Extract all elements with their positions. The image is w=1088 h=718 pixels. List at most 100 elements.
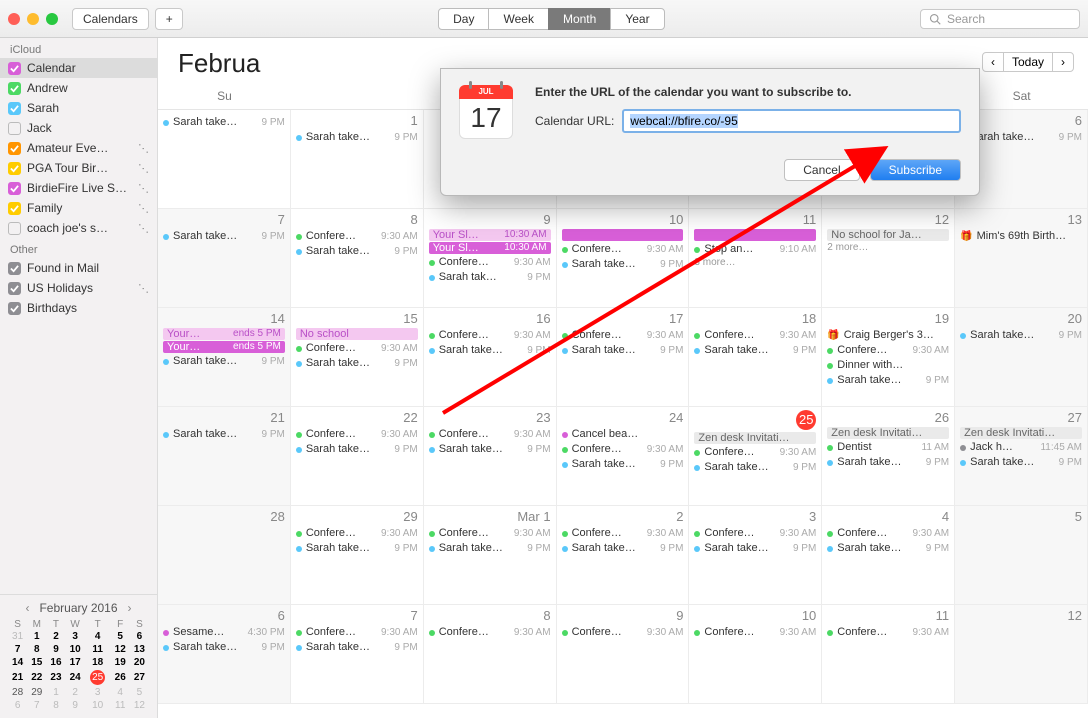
sidebar-item[interactable]: Birthdays	[0, 298, 157, 318]
event[interactable]: Sarah take…9 PM	[827, 541, 949, 556]
day-cell[interactable]: 12No school for Ja…2 more…	[822, 209, 955, 308]
checkbox-icon[interactable]	[8, 142, 21, 155]
day-cell[interactable]: 2Confere…9:30 AMSarah take…9 PM	[557, 506, 690, 605]
event[interactable]: Confere…9:30 AM	[429, 427, 551, 442]
next-button[interactable]: ›	[1052, 52, 1074, 72]
mini-day[interactable]: 7	[8, 643, 27, 656]
event[interactable]: Cancel bea…	[562, 427, 684, 442]
mini-day[interactable]: 26	[111, 669, 130, 686]
event[interactable]: Confere…9:30 AM	[562, 242, 684, 257]
mini-day[interactable]: 28	[8, 686, 27, 699]
event[interactable]: Sarah take…9 PM	[296, 541, 418, 556]
all-day-event[interactable]: No school for Ja…	[827, 229, 949, 241]
all-day-event[interactable]: Zen desk Invitati…	[960, 427, 1082, 439]
add-button[interactable]: +	[155, 8, 183, 30]
day-cell[interactable]: 26Zen desk Invitati…Dentist11 AMSarah ta…	[822, 407, 955, 506]
checkbox-icon[interactable]	[8, 182, 21, 195]
day-cell[interactable]: 21Sarah take…9 PM	[158, 407, 291, 506]
event[interactable]: Confere…9:30 AM	[694, 625, 816, 640]
mini-day[interactable]: 9	[66, 699, 85, 712]
sidebar-item[interactable]: Sarah	[0, 98, 157, 118]
zoom-icon[interactable]	[46, 13, 58, 25]
sidebar-item[interactable]: Calendar	[0, 58, 157, 78]
event[interactable]: Confere…9:30 AM	[296, 229, 418, 244]
day-cell[interactable]: 24Cancel bea…Confere…9:30 AMSarah take…9…	[557, 407, 690, 506]
all-day-event[interactable]: No school	[296, 328, 418, 340]
sidebar-item[interactable]: Amateur Eve…⋰	[0, 138, 157, 158]
event[interactable]: Sarah take…9 PM	[827, 373, 949, 388]
all-day-event[interactable]: Your…ends 5 PM	[163, 328, 285, 340]
today-button[interactable]: Today	[1003, 52, 1053, 72]
event[interactable]: Sarah take…9 PM	[429, 343, 551, 358]
day-cell[interactable]: 9Your Sl…10:30 AMYour Sl…10:30 AMConfere…	[424, 209, 557, 308]
event[interactable]: Confere…9:30 AM	[562, 442, 684, 457]
checkbox-icon[interactable]	[8, 82, 21, 95]
mini-day[interactable]: 1	[46, 686, 65, 699]
day-cell[interactable]: 9Confere…9:30 AM	[557, 605, 690, 704]
sidebar-item[interactable]: Jack	[0, 118, 157, 138]
checkbox-icon[interactable]	[8, 162, 21, 175]
checkbox-icon[interactable]	[8, 202, 21, 215]
mini-day[interactable]: 10	[66, 643, 85, 656]
day-cell[interactable]: 4Confere…9:30 AMSarah take…9 PM	[822, 506, 955, 605]
mini-day[interactable]: 1	[27, 630, 46, 643]
sidebar-item[interactable]: Family⋰	[0, 198, 157, 218]
event[interactable]: Confere…9:30 AM	[562, 625, 684, 640]
mini-day[interactable]: 2	[46, 630, 65, 643]
mini-day[interactable]: 4	[111, 686, 130, 699]
day-cell[interactable]: 19🎁Craig Berger's 3…Confere…9:30 AMDinne…	[822, 308, 955, 407]
mini-day[interactable]: 5	[130, 686, 149, 699]
event[interactable]: Confere…9:30 AM	[296, 526, 418, 541]
day-cell[interactable]: 7Confere…9:30 AMSarah take…9 PM	[291, 605, 424, 704]
mini-day[interactable]: 6	[8, 699, 27, 712]
event[interactable]: Sesame…4:30 PM	[163, 625, 285, 640]
event[interactable]: Sarah take…9 PM	[163, 354, 285, 369]
day-cell[interactable]: 20Sarah take…9 PM	[955, 308, 1088, 407]
event[interactable]: Sarah take…9 PM	[562, 541, 684, 556]
event[interactable]: Sarah take…9 PM	[296, 244, 418, 259]
view-month[interactable]: Month	[548, 8, 611, 30]
more-events[interactable]: 3 more…	[694, 257, 816, 268]
all-day-event[interactable]: Zen desk Invitati…	[694, 432, 816, 444]
event[interactable]: Sarah take…9 PM	[163, 229, 285, 244]
event[interactable]: Confere…9:30 AM	[694, 328, 816, 343]
all-day-event[interactable]: Your Sl…10:30 AM	[429, 242, 551, 254]
mini-day[interactable]: 17	[66, 656, 85, 669]
mini-day[interactable]: 18	[85, 656, 111, 669]
day-cell[interactable]: 10Confere…9:30 AM	[689, 605, 822, 704]
checkbox-icon[interactable]	[8, 102, 21, 115]
event[interactable]: Sarah take…9 PM	[694, 343, 816, 358]
calendar-url-input[interactable]	[622, 109, 961, 133]
checkbox-icon[interactable]	[8, 222, 21, 235]
checkbox-icon[interactable]	[8, 62, 21, 75]
day-cell[interactable]: 1Sarah take…9 PM	[291, 110, 424, 209]
event[interactable]: Confere…9:30 AM	[296, 341, 418, 356]
minimize-icon[interactable]	[27, 13, 39, 25]
more-events[interactable]: 2 more…	[827, 242, 949, 253]
mini-day[interactable]: 9	[46, 643, 65, 656]
mini-day[interactable]: 11	[111, 699, 130, 712]
mini-prev-icon[interactable]: ‹	[25, 601, 29, 615]
day-cell[interactable]: 16Confere…9:30 AMSarah take…9 PM	[424, 308, 557, 407]
event[interactable]: Confere…9:30 AM	[827, 343, 949, 358]
day-cell[interactable]: 5	[955, 506, 1088, 605]
day-cell[interactable]: 14Your…ends 5 PMYour…ends 5 PMSarah take…	[158, 308, 291, 407]
day-cell[interactable]: 12	[955, 605, 1088, 704]
sidebar-item[interactable]: Andrew	[0, 78, 157, 98]
day-cell[interactable]: 22Confere…9:30 AMSarah take…9 PM	[291, 407, 424, 506]
event[interactable]: Sarah take…9 PM	[163, 640, 285, 655]
sidebar-item[interactable]: coach joe's s…⋰	[0, 218, 157, 238]
day-cell[interactable]: 18Confere…9:30 AMSarah take…9 PM	[689, 308, 822, 407]
day-cell[interactable]: Mar 1Confere…9:30 AMSarah take…9 PM	[424, 506, 557, 605]
search-input[interactable]: Search	[920, 9, 1080, 29]
checkbox-icon[interactable]	[8, 282, 21, 295]
birthday-event[interactable]: 🎁Mim's 69th Birth…	[960, 229, 1082, 244]
event[interactable]: Sarah tak…9 PM	[429, 270, 551, 285]
mini-day[interactable]: 29	[27, 686, 46, 699]
day-cell[interactable]: 28	[158, 506, 291, 605]
mini-day[interactable]: 27	[130, 669, 149, 686]
day-cell[interactable]: 8Confere…9:30 AM	[424, 605, 557, 704]
event[interactable]: Confere…9:30 AM	[562, 526, 684, 541]
event[interactable]: Confere…9:30 AM	[296, 427, 418, 442]
mini-day[interactable]: 19	[111, 656, 130, 669]
